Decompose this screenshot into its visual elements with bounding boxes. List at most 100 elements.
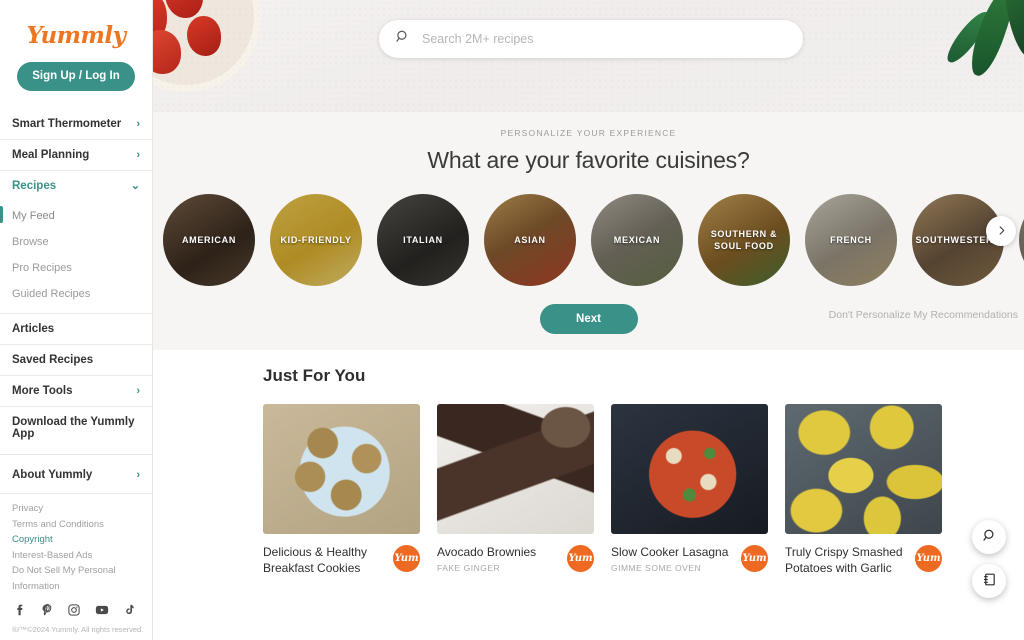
recipe-source: GIMME SOME OVEN bbox=[611, 563, 702, 573]
leaf-decoration-icon bbox=[965, 0, 1019, 80]
cuisine-option-partial[interactable] bbox=[1019, 194, 1024, 286]
sidebar-footer: About Yummly › Privacy Terms and Conditi… bbox=[0, 454, 152, 640]
copyright-text: ®/™©2024 Yummly. All rights reserved. bbox=[12, 625, 144, 634]
yum-button[interactable]: Yum bbox=[915, 545, 942, 572]
recipe-image[interactable] bbox=[263, 404, 420, 534]
cuisine-option-asian[interactable]: ASIAN bbox=[484, 194, 576, 286]
sidebar-item-my-feed[interactable]: My Feed bbox=[0, 203, 152, 229]
legal-link-terms[interactable]: Terms and Conditions bbox=[12, 517, 140, 533]
sidebar-item-label: Download the Yummly App bbox=[12, 416, 135, 440]
recipe-card[interactable]: Slow Cooker Lasagna GIMME SOME OVEN Yum bbox=[611, 404, 768, 579]
youtube-icon[interactable] bbox=[94, 603, 110, 617]
sidebar-item-more-tools[interactable]: More Tools › bbox=[0, 375, 152, 406]
legal-links: Privacy Terms and Conditions Copyright I… bbox=[0, 494, 152, 594]
floating-search-button[interactable] bbox=[972, 520, 1006, 554]
yummly-app: Yummly Sign Up / Log In Smart Thermomete… bbox=[0, 0, 1024, 640]
signup-login-button[interactable]: Sign Up / Log In bbox=[17, 62, 135, 91]
just-for-you-title: Just For You bbox=[263, 366, 366, 385]
just-for-you-section: Just For You Delicious & Healthy Breakfa… bbox=[153, 350, 1024, 579]
facebook-icon[interactable] bbox=[13, 603, 27, 617]
cuisine-option-kid-friendly[interactable]: KID-FRIENDLY bbox=[270, 194, 362, 286]
legal-link-copyright[interactable]: Copyright bbox=[12, 532, 140, 548]
personalize-headline: What are your favorite cuisines? bbox=[427, 147, 750, 173]
sidebar-item-articles[interactable]: Articles bbox=[0, 313, 152, 344]
chevron-right-icon bbox=[996, 224, 1007, 239]
social-links bbox=[0, 594, 152, 623]
recipe-title[interactable]: Avocado Brownies bbox=[437, 544, 561, 560]
sidebar-item-recipes[interactable]: Recipes ⌄ bbox=[0, 170, 152, 201]
cuisine-label: FRENCH bbox=[830, 235, 872, 245]
recipe-image[interactable] bbox=[437, 404, 594, 534]
instagram-icon[interactable] bbox=[67, 603, 81, 617]
sidebar-item-label: Meal Planning bbox=[12, 149, 90, 161]
cuisine-carousel: AMERICAN KID-FRIENDLY ITALIAN ASIAN MEXI… bbox=[153, 192, 1024, 288]
recipe-image[interactable] bbox=[611, 404, 768, 534]
recipe-card[interactable]: Truly Crispy Smashed Potatoes with Garli… bbox=[785, 404, 942, 579]
chevron-down-icon: ⌄ bbox=[130, 179, 140, 192]
yum-button[interactable]: Yum bbox=[567, 545, 594, 572]
sidebar-item-guided-recipes[interactable]: Guided Recipes bbox=[0, 281, 152, 307]
cuisine-option-french[interactable]: FRENCH bbox=[805, 194, 897, 286]
personalize-section: PERSONALIZE YOUR EXPERIENCE What are you… bbox=[153, 112, 1024, 350]
sidebar-item-label: Recipes bbox=[12, 180, 57, 192]
yum-button[interactable]: Yum bbox=[741, 545, 768, 572]
cuisine-overlay bbox=[1019, 194, 1024, 286]
recipe-card-text: Slow Cooker Lasagna GIMME SOME OVEN bbox=[611, 544, 735, 573]
recipe-title[interactable]: Slow Cooker Lasagna bbox=[611, 544, 735, 560]
floating-recipe-box-button[interactable] bbox=[972, 564, 1006, 598]
chevron-right-icon: › bbox=[136, 148, 140, 161]
cuisine-label: ITALIAN bbox=[403, 235, 443, 245]
sidebar-item-label: Smart Thermometer bbox=[12, 118, 122, 130]
cuisine-option-american[interactable]: AMERICAN bbox=[163, 194, 255, 286]
pinterest-icon[interactable] bbox=[40, 603, 54, 617]
cuisine-option-mexican[interactable]: MEXICAN bbox=[591, 194, 683, 286]
search-icon bbox=[395, 29, 422, 49]
recipe-card[interactable]: Avocado Brownies FAKE GINGER Yum bbox=[437, 404, 594, 579]
sidebar-item-smart-thermometer[interactable]: Smart Thermometer › bbox=[0, 109, 152, 139]
sidebar-item-pro-recipes[interactable]: Pro Recipes bbox=[0, 255, 152, 281]
recipe-source: FAKE GINGER bbox=[437, 563, 501, 573]
sidebar-item-download-app[interactable]: Download the Yummly App bbox=[0, 406, 152, 449]
sidebar-item-saved-recipes[interactable]: Saved Recipes bbox=[0, 344, 152, 375]
sidebar-item-meal-planning[interactable]: Meal Planning › bbox=[0, 139, 152, 170]
yum-button[interactable]: Yum bbox=[393, 545, 420, 572]
recipe-card[interactable]: Delicious & Healthy Breakfast Cookies Yu… bbox=[263, 404, 420, 579]
cuisine-option-southern-soul-food[interactable]: SOUTHERN & SOUL FOOD bbox=[698, 194, 790, 286]
yummly-logo[interactable]: Yummly bbox=[0, 22, 152, 49]
leaf-decoration-icon bbox=[998, 0, 1024, 60]
search-input[interactable] bbox=[422, 32, 787, 46]
sidebar: Yummly Sign Up / Log In Smart Thermomete… bbox=[0, 0, 153, 640]
recipe-image[interactable] bbox=[785, 404, 942, 534]
recipe-card-text: Avocado Brownies FAKE GINGER bbox=[437, 544, 561, 573]
legal-link-do-not-sell[interactable]: Do Not Sell My Personal Information bbox=[12, 563, 140, 594]
recipe-title[interactable]: Delicious & Healthy Breakfast Cookies bbox=[263, 544, 387, 576]
cuisine-label: MEXICAN bbox=[613, 235, 661, 245]
sidebar-item-label: Articles bbox=[12, 323, 55, 335]
cuisine-option-italian[interactable]: ITALIAN bbox=[377, 194, 469, 286]
recipes-submenu: My Feed Browse Pro Recipes Guided Recipe… bbox=[0, 201, 152, 313]
personalize-kicker: PERSONALIZE YOUR EXPERIENCE bbox=[500, 128, 677, 138]
carousel-next-button[interactable] bbox=[986, 216, 1016, 246]
recipe-card-footer: Truly Crispy Smashed Potatoes with Garli… bbox=[785, 544, 942, 579]
search-bar[interactable] bbox=[379, 20, 803, 58]
sidebar-subitem-label: Guided Recipes bbox=[12, 288, 91, 300]
next-button[interactable]: Next bbox=[539, 304, 638, 334]
logo-container: Yummly bbox=[0, 0, 152, 49]
legal-link-privacy[interactable]: Privacy bbox=[12, 501, 140, 517]
legal-link-interest-based-ads[interactable]: Interest-Based Ads bbox=[12, 548, 140, 564]
personalize-cta-row: Next Don't Personalize My Recommendation… bbox=[153, 288, 1024, 350]
dont-personalize-link[interactable]: Don't Personalize My Recommendations bbox=[829, 309, 1018, 321]
chevron-right-icon: › bbox=[136, 117, 140, 130]
about-yummly-row[interactable]: About Yummly › bbox=[0, 457, 152, 494]
sidebar-subitem-label: Pro Recipes bbox=[12, 262, 72, 274]
recipe-card-footer: Slow Cooker Lasagna GIMME SOME OVEN Yum bbox=[611, 544, 768, 573]
primary-nav: Smart Thermometer › Meal Planning › Reci… bbox=[0, 109, 152, 449]
recipe-card-list: Delicious & Healthy Breakfast Cookies Yu… bbox=[263, 404, 1024, 579]
cuisine-label: ASIAN bbox=[514, 235, 546, 245]
recipe-title[interactable]: Truly Crispy Smashed Potatoes with Garli… bbox=[785, 544, 909, 576]
sidebar-item-label: More Tools bbox=[12, 385, 73, 397]
recipe-box-icon bbox=[982, 572, 997, 590]
tiktok-icon[interactable] bbox=[123, 603, 136, 617]
sidebar-item-browse[interactable]: Browse bbox=[0, 229, 152, 255]
sidebar-item-label: Saved Recipes bbox=[12, 354, 94, 366]
